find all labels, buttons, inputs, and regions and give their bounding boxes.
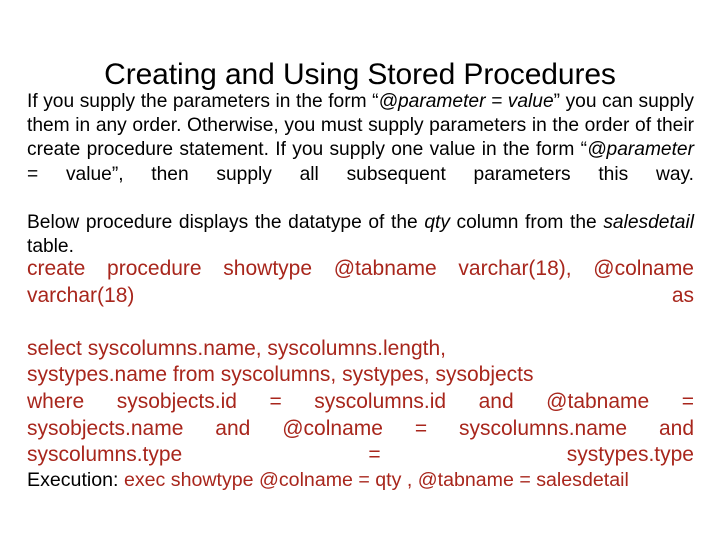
execution-line: Execution: exec showtype @colname = qty … (27, 468, 694, 493)
text-run: = value”, then supply all subsequent par… (27, 163, 694, 185)
page-title: Creating and Using Stored Procedures (104, 58, 616, 92)
code-line-from: systypes.name from syscolumns, systypes,… (27, 363, 534, 387)
text-run: If you supply the parameters in the form… (27, 91, 379, 112)
execution-label: Execution: (27, 469, 124, 491)
parameter-order-paragraph: If you supply the parameters in the form… (27, 90, 694, 211)
body-text-block: If you supply the parameters in the form… (27, 90, 694, 259)
code-line-select: select syscolumns.name, syscolumns.lengt… (27, 336, 447, 360)
emphasis-run: qty (424, 212, 450, 234)
text-run: table. (27, 236, 74, 258)
below-procedure-paragraph: Below procedure displays the datatype of… (27, 211, 694, 259)
text-run: Below procedure displays the datatype of… (27, 212, 425, 234)
execution-command: exec showtype @colname = qty , @tabname … (123, 469, 629, 491)
emphasis-run: @parameter (587, 139, 694, 161)
emphasis-run: salesdetail (603, 212, 694, 234)
code-line-create: create procedure showtype @tabname varch… (27, 257, 694, 307)
text-run: column from the (449, 212, 604, 234)
sql-code-block: create procedure showtype @tabname varch… (27, 256, 694, 495)
slide: Creating and Using Stored Procedures If … (0, 0, 720, 540)
emphasis-run: @parameter = value (378, 91, 554, 112)
